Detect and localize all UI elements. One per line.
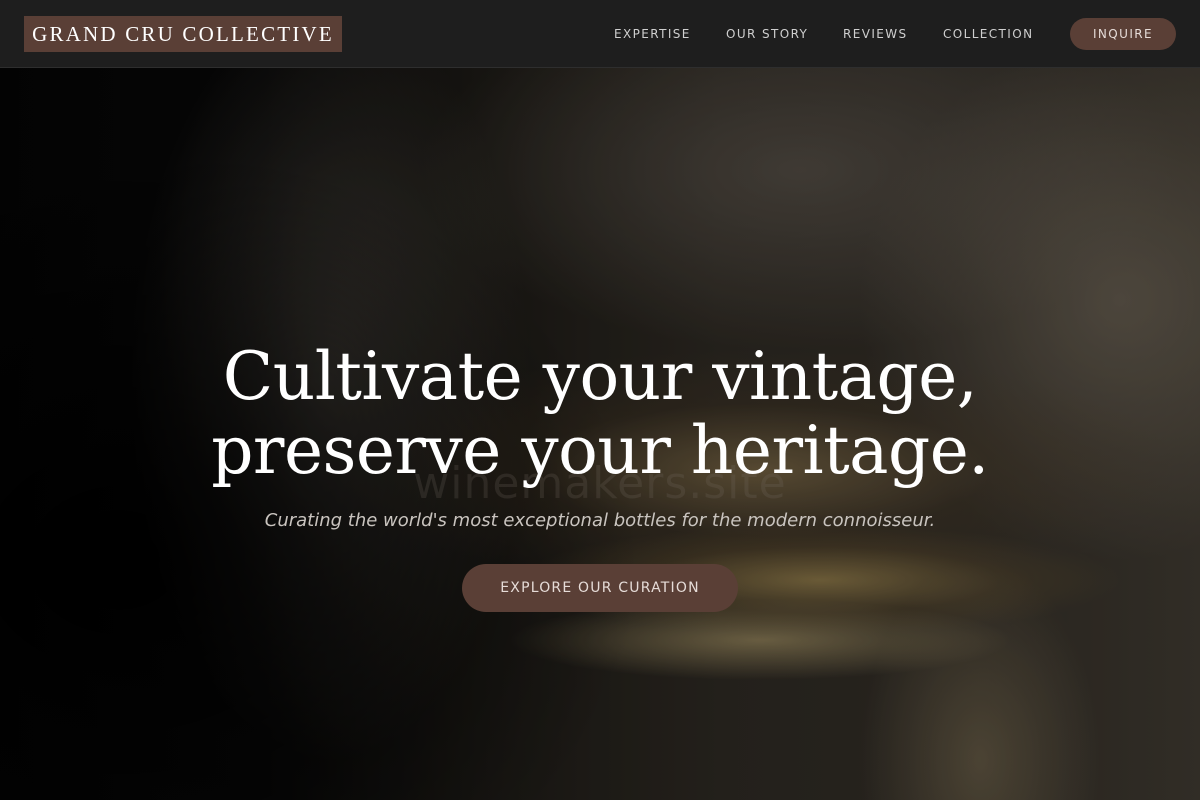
brand-logo[interactable]: GRAND CRU COLLECTIVE (24, 16, 342, 52)
landing-page: GRAND CRU COLLECTIVE EXPERTISE OUR STORY… (0, 0, 1200, 800)
nav-link-reviews[interactable]: REVIEWS (843, 0, 908, 68)
hero-headline-line-1: Cultivate your vintage, (222, 338, 978, 415)
hero-subtitle: Curating the world's most exceptional bo… (264, 510, 936, 531)
explore-curation-button[interactable]: EXPLORE OUR CURATION (462, 564, 738, 612)
site-header: GRAND CRU COLLECTIVE EXPERTISE OUR STORY… (0, 0, 1200, 68)
nav-link-collection[interactable]: COLLECTION (943, 0, 1033, 68)
hero-headline-line-2: preserve your heritage. (211, 412, 989, 489)
nav-link-our-story[interactable]: OUR STORY (726, 0, 808, 68)
inquire-button[interactable]: INQUIRE (1070, 18, 1176, 50)
hero-headline: Cultivate your vintage, preserve your he… (100, 340, 1100, 488)
nav-link-expertise[interactable]: EXPERTISE (614, 0, 691, 68)
